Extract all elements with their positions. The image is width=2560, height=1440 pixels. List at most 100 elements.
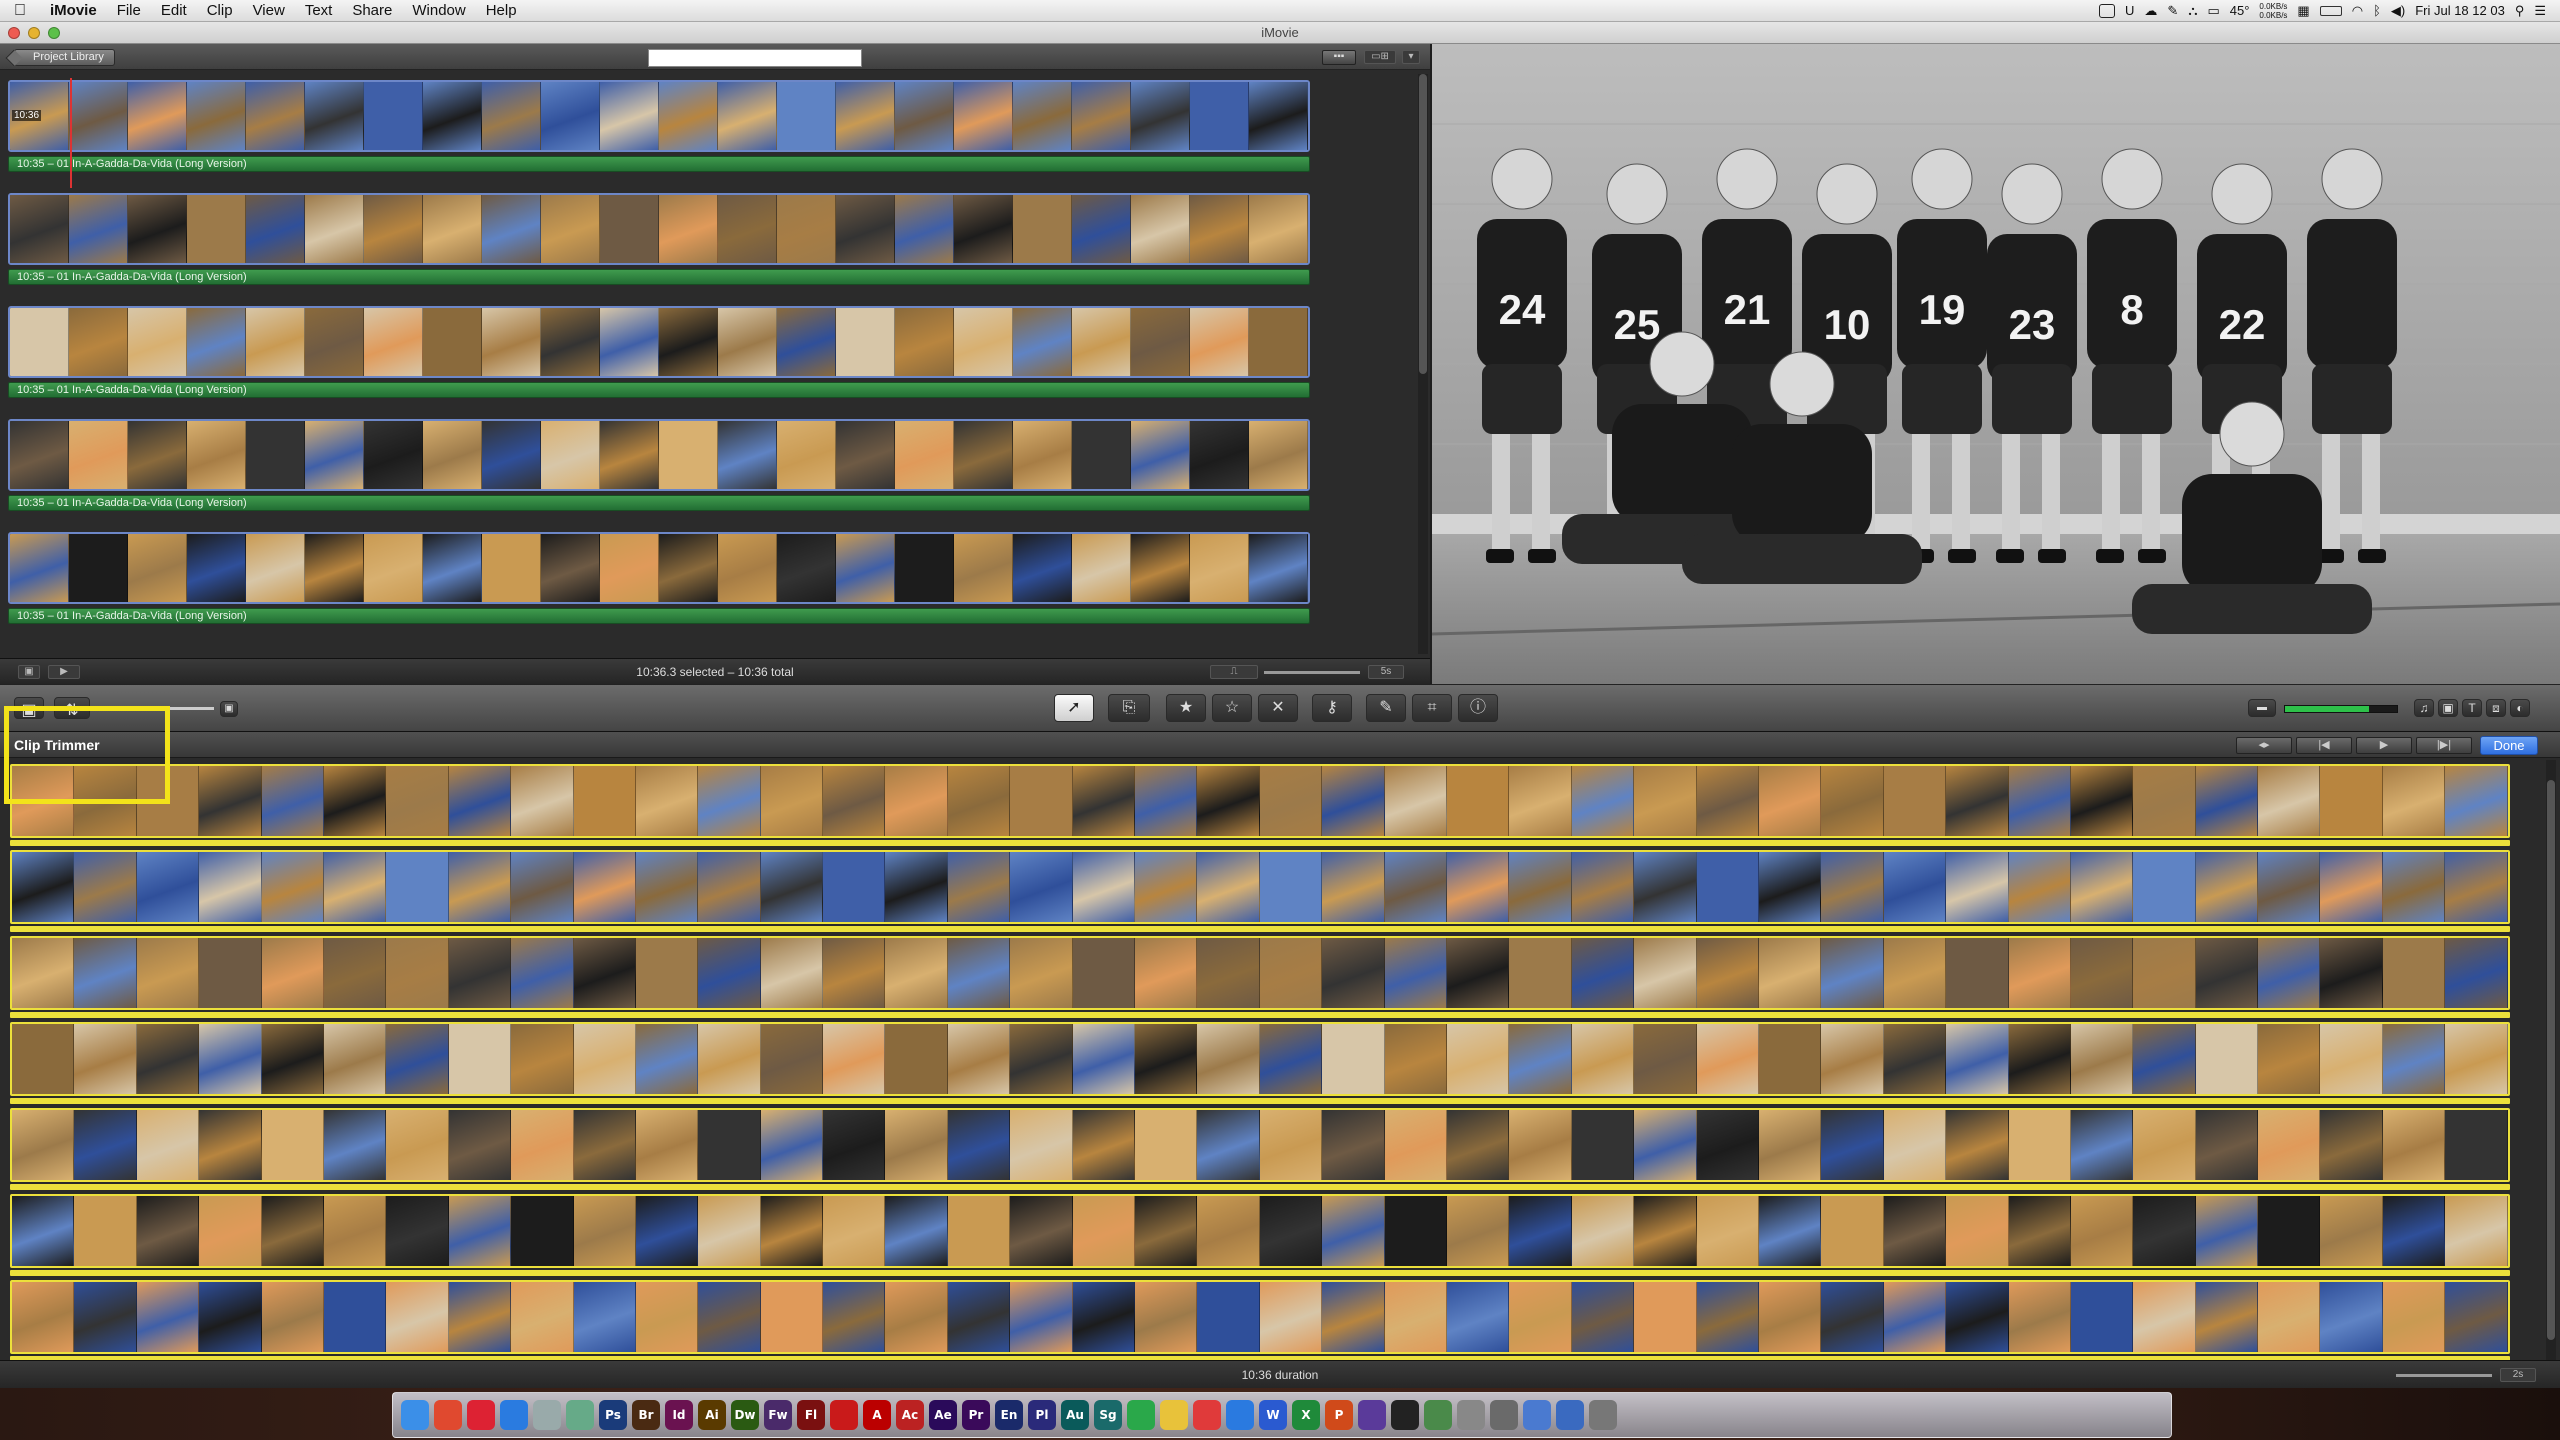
clip-thumbnail[interactable] xyxy=(1322,1282,1385,1352)
clip-thumbnail[interactable] xyxy=(1131,421,1190,489)
clip-thumbnail[interactable] xyxy=(1446,1282,1510,1352)
dock-item-acrobat-icon[interactable] xyxy=(830,1400,858,1430)
clip-thumbnail[interactable] xyxy=(1509,1110,1572,1180)
clip-thumbnail[interactable] xyxy=(364,421,423,489)
clip-thumbnail[interactable] xyxy=(1190,308,1249,376)
clip-thumbnail[interactable] xyxy=(635,938,699,1008)
clip-thumbnail[interactable] xyxy=(1384,1024,1447,1094)
clip-thumbnail[interactable] xyxy=(1322,852,1385,922)
clip-thumbnail[interactable] xyxy=(2195,1024,2259,1094)
clip-thumbnail[interactable] xyxy=(323,1110,387,1180)
clip-thumbnail[interactable] xyxy=(573,1196,636,1266)
clip-thumbnail[interactable] xyxy=(1384,766,1447,836)
dock-item-imovie-icon[interactable] xyxy=(1358,1400,1386,1430)
clip-thumbnail[interactable] xyxy=(199,1196,262,1266)
clip-thumbnail[interactable] xyxy=(1072,852,1136,922)
clip-thumbnail[interactable] xyxy=(600,421,659,489)
clip-thumbnail[interactable] xyxy=(1883,766,1947,836)
dock-item-finder-icon[interactable] xyxy=(401,1400,429,1430)
clip-thumbnail[interactable] xyxy=(448,1282,512,1352)
dock-item-ac-icon[interactable]: Ac xyxy=(896,1400,924,1430)
clip-thumbnail[interactable] xyxy=(823,938,886,1008)
clip-thumbnail[interactable] xyxy=(954,195,1013,263)
clip-thumbnail[interactable] xyxy=(1696,852,1759,922)
music-track[interactable]: 10:35 – 01 In-A-Gadda-Da-Vida (Long Vers… xyxy=(8,382,1310,398)
clip-thumbnail[interactable] xyxy=(836,82,895,150)
clip-thumbnail[interactable] xyxy=(760,1196,824,1266)
dock-item-folder-icon[interactable] xyxy=(1523,1400,1551,1430)
event-zoom-slider-bottom[interactable] xyxy=(2396,1374,2492,1377)
clip-thumbnail[interactable] xyxy=(1384,1110,1447,1180)
clip-thumbnail[interactable] xyxy=(1322,938,1385,1008)
clip-thumbnail[interactable] xyxy=(1322,1024,1385,1094)
clip-thumbnail[interactable] xyxy=(2070,766,2134,836)
clip-thumbnail[interactable] xyxy=(1010,852,1073,922)
clip-thumbnail[interactable] xyxy=(261,766,324,836)
clip-thumbnail[interactable] xyxy=(1072,82,1131,150)
clip-thumbnail[interactable] xyxy=(187,195,246,263)
clip-thumbnail[interactable] xyxy=(246,308,305,376)
event-thumb-duration[interactable]: 2s xyxy=(2500,1368,2536,1382)
trim-step-forward-button[interactable]: |▶| xyxy=(2416,737,2472,754)
clip-thumbnail[interactable] xyxy=(1259,1196,1323,1266)
done-button[interactable]: Done xyxy=(2480,736,2538,755)
clip-thumbnail[interactable] xyxy=(1571,1110,1635,1180)
clip-thumbnail[interactable] xyxy=(1571,938,1635,1008)
clip-thumbnail[interactable] xyxy=(1446,1196,1510,1266)
clip-thumbnail[interactable] xyxy=(895,82,954,150)
clip-thumbnail[interactable] xyxy=(1197,852,1260,922)
clip-thumbnail[interactable] xyxy=(448,1110,512,1180)
clip-thumbnail[interactable] xyxy=(1696,766,1759,836)
clip-thumbnail[interactable] xyxy=(885,766,948,836)
clip-thumbnail[interactable] xyxy=(74,938,137,1008)
clip-thumbnail[interactable] xyxy=(823,1196,886,1266)
clip-thumbnail[interactable] xyxy=(1634,1282,1697,1352)
clip-thumbnail[interactable] xyxy=(1446,1024,1510,1094)
clip-thumbnail[interactable] xyxy=(2195,1282,2259,1352)
clip-thumbnail[interactable] xyxy=(69,421,128,489)
clip-thumbnail[interactable] xyxy=(364,308,423,376)
clip-thumbnail[interactable] xyxy=(246,82,305,150)
clip-thumbnail[interactable] xyxy=(2133,1282,2196,1352)
menu-file[interactable]: File xyxy=(107,2,151,19)
cloud-icon[interactable]: ☁ xyxy=(2144,3,2157,19)
clip-thumbnail[interactable] xyxy=(69,534,128,602)
clip-thumbnail[interactable] xyxy=(2320,1282,2383,1352)
clip-thumbnail[interactable] xyxy=(1758,852,1822,922)
trimmer-clip-strip[interactable] xyxy=(10,936,2510,1010)
clip-thumbnail[interactable] xyxy=(423,195,482,263)
status-icon-u[interactable]: U xyxy=(2125,3,2134,18)
clip-thumbnail[interactable] xyxy=(2320,766,2383,836)
clip-thumbnail[interactable] xyxy=(1883,1282,1947,1352)
clip-thumbnail[interactable] xyxy=(2008,1282,2071,1352)
clip-thumbnail[interactable] xyxy=(895,534,954,602)
clip-thumbnail[interactable] xyxy=(760,766,824,836)
clip-thumbnail[interactable] xyxy=(305,195,364,263)
trim-play-button[interactable]: ▶ xyxy=(2356,737,2412,754)
clip-thumbnail[interactable] xyxy=(1072,766,1136,836)
clip-thumbnail[interactable] xyxy=(261,852,324,922)
clip-thumbnail[interactable] xyxy=(2258,852,2321,922)
music-track[interactable]: 10:35 – 01 In-A-Gadda-Da-Vida (Long Vers… xyxy=(8,495,1310,511)
clip-thumbnail[interactable] xyxy=(1135,1282,1198,1352)
clip-thumbnail[interactable] xyxy=(2445,938,2508,1008)
clip-thumbnail[interactable] xyxy=(323,1282,387,1352)
clip-thumbnail[interactable] xyxy=(1249,534,1308,602)
music-track[interactable]: 10:35 – 01 In-A-Gadda-Da-Vida (Long Vers… xyxy=(8,156,1310,172)
color-dropper-icon[interactable]: ✎ xyxy=(1366,694,1406,722)
clip-thumbnail[interactable] xyxy=(12,1282,75,1352)
clip-thumbnail[interactable] xyxy=(448,1024,512,1094)
dock-item-pr-icon[interactable]: Pr xyxy=(962,1400,990,1430)
clip-thumbnail[interactable] xyxy=(1509,938,1572,1008)
clip-thumbnail[interactable] xyxy=(836,195,895,263)
clip-thumbnail[interactable] xyxy=(1821,852,1884,922)
clip-thumbnail[interactable] xyxy=(1571,1024,1635,1094)
clipboard-icon[interactable]: ▦ xyxy=(2297,3,2309,19)
dock-item-ps-icon[interactable]: Ps xyxy=(599,1400,627,1430)
dock-item-notes-icon[interactable] xyxy=(1160,1400,1188,1430)
clip-thumbnail[interactable] xyxy=(2133,1196,2196,1266)
inspector-info-icon[interactable]: ⓘ xyxy=(1458,694,1498,722)
clip-thumbnail[interactable] xyxy=(947,1282,1011,1352)
clip-thumbnail[interactable] xyxy=(1131,82,1190,150)
clip-thumbnail[interactable] xyxy=(1010,766,1073,836)
